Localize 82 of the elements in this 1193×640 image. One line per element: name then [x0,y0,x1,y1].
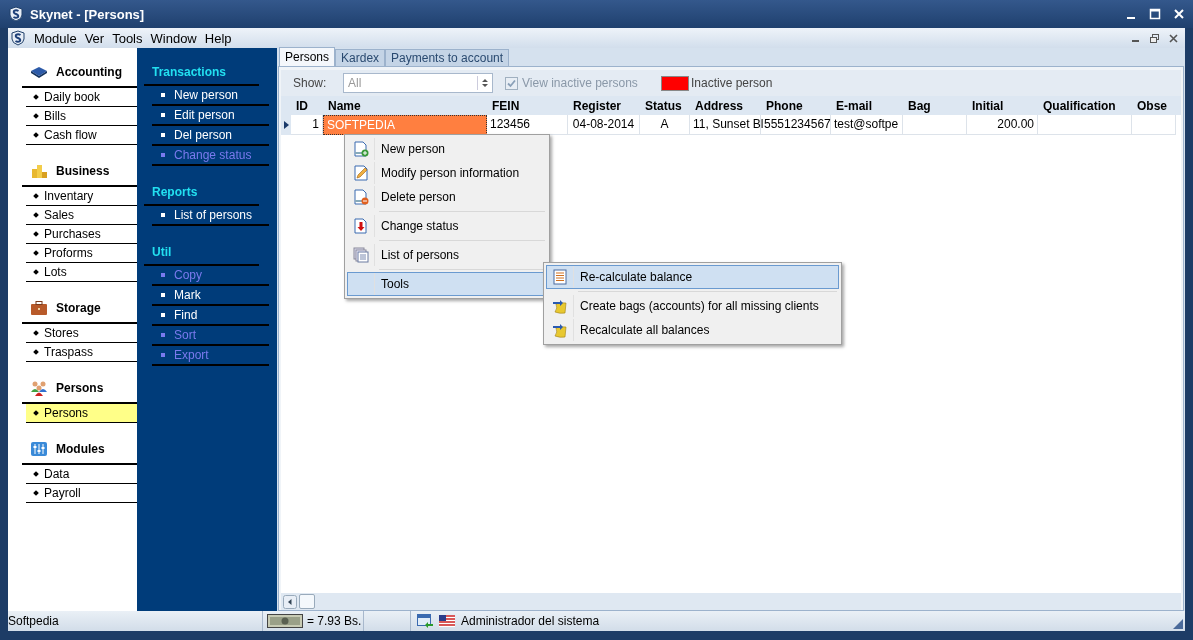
document-plus-icon [353,141,369,157]
sidebar-group-title: Accounting [56,65,122,79]
legend-label: Inactive person [691,76,773,90]
app-logo-icon [8,6,24,22]
table-cell: test@softpe [831,115,903,135]
task-section-title: Transactions [144,58,259,86]
column-header[interactable]: Bag [903,98,967,113]
task-link[interactable]: List of persons [152,206,269,226]
context-menu-item[interactable]: Delete person [347,185,547,209]
context-menu-item[interactable]: New person [347,137,547,161]
column-header[interactable]: FEIN [487,98,568,113]
people-icon [30,380,48,396]
context-menu-item[interactable]: Modify person information [347,161,547,185]
table-cell: 04-08-2014 [568,115,640,135]
close-icon[interactable] [1168,32,1179,44]
column-header[interactable]: Name [323,98,487,113]
column-header[interactable]: Phone [761,98,831,113]
column-header[interactable]: Status [640,98,690,113]
context-menu-item[interactable]: Change status [347,214,547,238]
task-link[interactable]: Find [152,306,269,326]
bag-arrow-icon [552,298,568,314]
flag-icon [439,615,455,627]
task-link[interactable]: Mark [152,286,269,306]
show-label: Show: [293,76,328,90]
menu-item[interactable]: Window [146,30,201,46]
context-menu-item[interactable]: Recalculate all balances [546,318,839,342]
sidebar-group-title: Business [56,164,110,178]
sidebar-group-title: Persons [56,381,104,395]
task-link[interactable]: Edit person [152,106,269,126]
resize-grip-icon[interactable] [1173,619,1183,629]
stacked-pages-icon [353,247,369,263]
context-menu-item[interactable]: Create bags (accounts) for all missing clients [546,294,839,318]
sliders-icon [30,441,48,457]
horizontal-scrollbar[interactable] [281,593,1181,610]
sidebar-group-title: Modules [56,442,105,456]
checkbox-label: View inactive persons [522,76,638,90]
column-header[interactable]: E-mail [831,98,903,113]
context-menu-item[interactable]: Re-calculate balance [546,265,839,289]
menu-item[interactable]: Ver [80,30,109,46]
pencil-icon [353,165,369,181]
context-menu-item[interactable]: List of persons [347,243,547,267]
document-minus-icon [353,189,369,205]
inactive-color-swatch [661,75,689,91]
task-section-title: Reports [144,178,259,206]
tab[interactable]: Persons [279,47,336,66]
document-list-icon [552,269,568,285]
menu-item[interactable]: Help [200,30,236,46]
briefcase-icon [30,300,48,316]
task-link[interactable]: Del person [152,126,269,146]
sidebar-group-title: Storage [56,301,101,315]
window-title: Skynet - [Persons] [30,6,146,22]
down-arrow-icon [353,218,369,234]
current-row-icon [283,121,289,129]
table-cell: 11, Sunset Bl [690,115,761,135]
status-text: Softpedia [8,611,263,631]
table-cell: 200.00 [967,115,1038,135]
coins-icon [30,163,48,179]
column-header[interactable]: ID [291,98,323,113]
column-header[interactable]: Initial [967,98,1038,113]
table-cell: A [640,115,690,135]
table-cell: SOFTPEDIA [323,115,487,135]
maximize-icon[interactable] [1149,8,1161,20]
user-name: Administrador del sistema [461,614,600,628]
task-link[interactable]: New person [152,86,269,106]
restore-icon[interactable] [1149,32,1160,44]
scroll-left-icon[interactable] [283,594,297,609]
sidebar-item[interactable]: Persons [26,404,137,423]
task-section-title: Util [144,238,259,266]
tab[interactable]: Kardex [335,49,386,66]
app-logo-icon[interactable] [10,30,26,46]
exchange-rate: = 7.93 Bs. [307,614,362,628]
column-header[interactable]: Address [690,98,761,113]
column-header[interactable]: Register [568,98,640,113]
column-header[interactable]: Obse [1132,98,1176,113]
tab[interactable]: Payments to account [385,49,510,66]
book-icon [30,64,48,80]
banknote-icon [267,614,303,628]
column-header[interactable]: Qualification [1038,98,1132,113]
scroll-thumb[interactable] [299,594,315,609]
bag-arrow-icon [552,322,568,338]
menu-item[interactable]: Module [30,30,81,46]
menu-item[interactable]: Tools [108,30,147,46]
